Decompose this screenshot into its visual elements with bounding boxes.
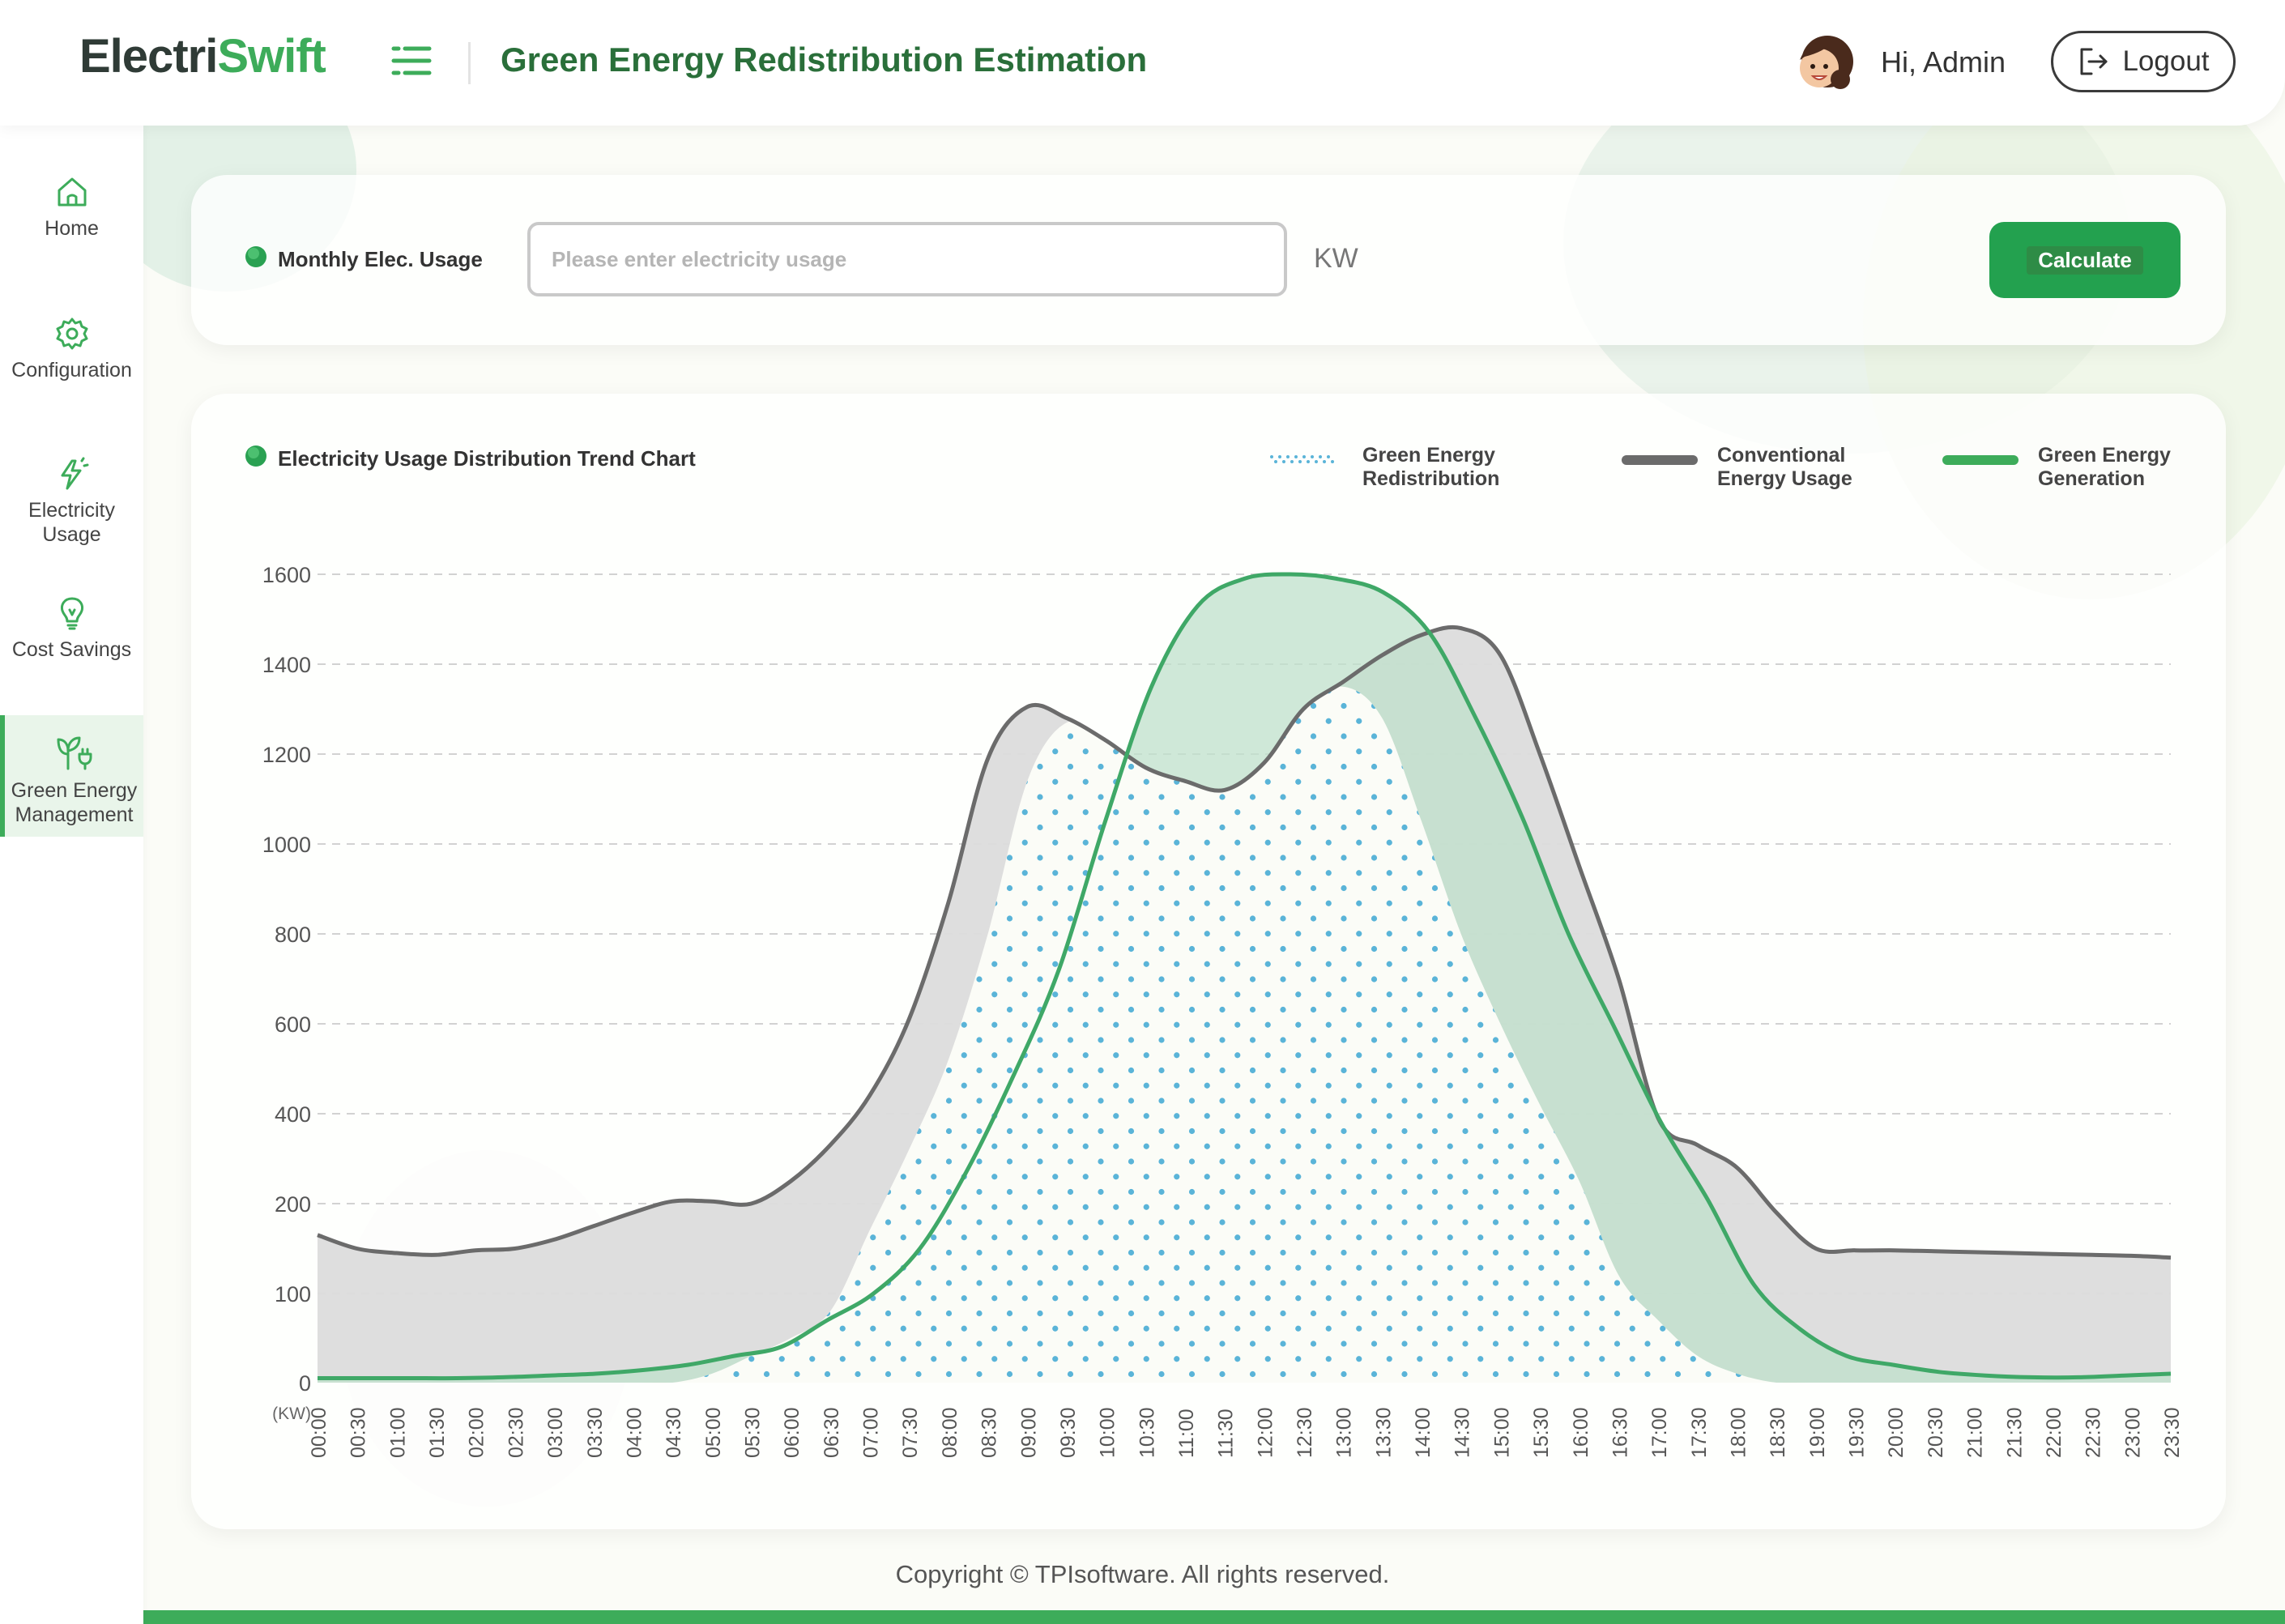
logout-label: Logout bbox=[2122, 45, 2210, 77]
top-header: ElectriSwift Green Energy Redistribution… bbox=[0, 0, 2285, 126]
x-tick-label: 22:30 bbox=[2083, 1407, 2105, 1458]
x-tick-label: 10:00 bbox=[1097, 1407, 1119, 1458]
x-tick-label: 18:30 bbox=[1767, 1407, 1789, 1458]
x-tick-label: 17:00 bbox=[1648, 1407, 1671, 1458]
x-tick-label: 01:00 bbox=[386, 1407, 409, 1458]
x-tick-label: 19:00 bbox=[1806, 1407, 1829, 1458]
x-tick-label: 00:00 bbox=[308, 1407, 330, 1458]
y-axis-unit-label: (KW) bbox=[272, 1404, 311, 1423]
header-divider bbox=[468, 42, 471, 84]
x-tick-label: 01:30 bbox=[426, 1407, 449, 1458]
x-tick-label: 12:30 bbox=[1294, 1407, 1316, 1458]
y-tick-label: 1600 bbox=[262, 563, 311, 587]
x-tick-label: 07:30 bbox=[899, 1407, 922, 1458]
x-tick-label: 04:00 bbox=[623, 1407, 646, 1458]
sidebar-item-label: Green Energy Management bbox=[11, 779, 138, 826]
x-tick-label: 20:00 bbox=[1885, 1407, 1908, 1458]
x-tick-label: 15:00 bbox=[1490, 1407, 1513, 1458]
x-tick-label: 23:00 bbox=[2121, 1407, 2144, 1458]
sidebar-item-label: Electricity Usage bbox=[28, 499, 115, 546]
sidebar: Home Configuration Electricity Usage Cos… bbox=[0, 126, 143, 1624]
y-tick-label: 400 bbox=[275, 1102, 311, 1127]
logout-button[interactable]: Logout bbox=[2051, 31, 2236, 92]
x-tick-label: 08:00 bbox=[939, 1407, 961, 1458]
x-tick-label: 21:30 bbox=[2003, 1407, 2026, 1458]
x-tick-label: 02:00 bbox=[466, 1407, 488, 1458]
lightbulb-icon bbox=[60, 597, 83, 630]
x-tick-label: 06:30 bbox=[821, 1407, 843, 1458]
y-tick-label: 800 bbox=[275, 923, 311, 947]
sidebar-item-cost-savings[interactable]: Cost Savings bbox=[0, 595, 143, 662]
sidebar-item-configuration[interactable]: Configuration bbox=[0, 316, 143, 382]
menu-toggle-button[interactable] bbox=[389, 42, 434, 79]
gear-icon bbox=[56, 318, 87, 350]
trend-chart: 0 100 200 400 600 800 1000 1200 1400 1600 (KW)00:0… bbox=[262, 563, 2184, 1458]
x-tick-label: 00:30 bbox=[347, 1407, 370, 1458]
sidebar-item-home[interactable]: Home bbox=[0, 174, 143, 241]
bottom-accent-bar bbox=[143, 1610, 2285, 1624]
x-tick-label: 21:00 bbox=[1964, 1407, 1987, 1458]
x-tick-label: 09:00 bbox=[1017, 1407, 1040, 1458]
y-tick-label: 0 bbox=[299, 1371, 311, 1396]
x-tick-label: 05:00 bbox=[702, 1407, 725, 1458]
x-tick-label: 17:30 bbox=[1688, 1407, 1711, 1458]
y-tick-label: 100 bbox=[275, 1282, 311, 1306]
lightning-icon bbox=[61, 457, 88, 490]
sidebar-item-label: Configuration bbox=[11, 359, 132, 381]
y-tick-label: 200 bbox=[275, 1192, 311, 1217]
x-tick-label: 11:00 bbox=[1175, 1409, 1198, 1458]
page-title: Green Energy Redistribution Estimation bbox=[501, 40, 1148, 79]
x-tick-label: 08:30 bbox=[978, 1407, 1001, 1458]
x-tick-label: 13:00 bbox=[1333, 1407, 1356, 1458]
y-tick-label: 1000 bbox=[262, 833, 311, 857]
x-tick-label: 03:30 bbox=[584, 1407, 607, 1458]
logout-icon bbox=[2080, 48, 2108, 75]
logo-text-part2: Swift bbox=[217, 30, 326, 83]
y-tick-label: 1200 bbox=[262, 743, 311, 767]
x-tick-label: 05:30 bbox=[741, 1407, 764, 1458]
logo-text-part1: Electri bbox=[79, 30, 218, 83]
x-tick-label: 18:00 bbox=[1728, 1407, 1750, 1458]
x-tick-label: 07:00 bbox=[860, 1407, 883, 1458]
hamburger-menu-icon bbox=[391, 46, 432, 75]
app-logo[interactable]: ElectriSwift bbox=[79, 29, 326, 83]
x-tick-label: 06:00 bbox=[781, 1407, 804, 1458]
sidebar-item-label: Cost Savings bbox=[11, 638, 132, 661]
x-tick-label: 20:30 bbox=[1925, 1407, 1947, 1458]
x-tick-label: 19:30 bbox=[1846, 1407, 1869, 1458]
avatar[interactable] bbox=[1792, 32, 1857, 97]
user-avatar-icon bbox=[1800, 36, 1853, 89]
x-tick-label: 22:00 bbox=[2043, 1407, 2065, 1458]
sidebar-item-label: Home bbox=[45, 217, 99, 240]
sidebar-item-electricity-usage[interactable]: Electricity Usage bbox=[0, 456, 143, 547]
footer-copyright: Copyright © TPIsoftware. All rights rese… bbox=[895, 1560, 1390, 1588]
x-tick-label: 14:30 bbox=[1452, 1407, 1474, 1458]
x-tick-label: 02:30 bbox=[505, 1407, 527, 1458]
user-greeting: Hi, Admin bbox=[1881, 45, 2006, 79]
x-tick-label: 23:30 bbox=[2161, 1407, 2184, 1458]
x-tick-label: 12:00 bbox=[1254, 1407, 1277, 1458]
plant-plug-icon bbox=[57, 736, 92, 770]
y-tick-label: 600 bbox=[275, 1012, 311, 1037]
x-tick-label: 03:00 bbox=[544, 1407, 567, 1458]
x-tick-label: 16:00 bbox=[1570, 1407, 1592, 1458]
x-tick-label: 14:00 bbox=[1412, 1407, 1435, 1458]
x-tick-label: 16:30 bbox=[1609, 1407, 1631, 1458]
x-tick-label: 04:30 bbox=[663, 1407, 685, 1458]
x-tick-label: 13:30 bbox=[1372, 1407, 1395, 1458]
x-tick-label: 09:30 bbox=[1057, 1407, 1080, 1458]
x-tick-label: 15:30 bbox=[1530, 1407, 1553, 1458]
y-tick-label: 1400 bbox=[262, 653, 311, 677]
x-tick-label: 11:30 bbox=[1215, 1409, 1238, 1458]
x-tick-label: 10:30 bbox=[1136, 1407, 1158, 1458]
home-icon bbox=[58, 177, 86, 207]
sidebar-item-green-energy-management[interactable]: Green Energy Management bbox=[0, 715, 143, 837]
